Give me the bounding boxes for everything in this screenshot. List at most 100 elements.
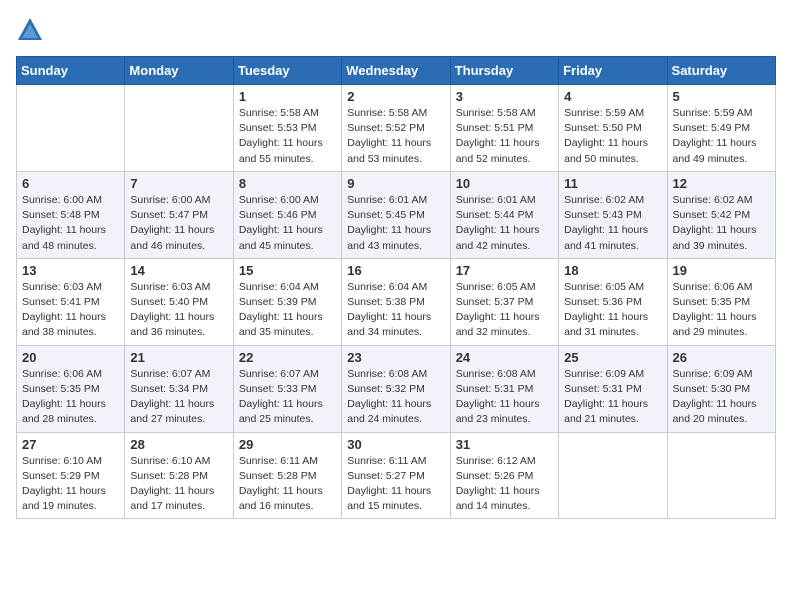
day-info: Sunrise: 6:02 AMSunset: 5:43 PMDaylight:… [564,193,661,254]
calendar-cell [559,432,667,519]
calendar-cell: 31 Sunrise: 6:12 AMSunset: 5:26 PMDayligh… [450,432,558,519]
calendar-cell: 27 Sunrise: 6:10 AMSunset: 5:29 PMDayligh… [17,432,125,519]
day-info: Sunrise: 6:09 AMSunset: 5:30 PMDaylight:… [673,367,770,428]
day-number: 2 [347,89,444,104]
calendar-cell: 3 Sunrise: 5:58 AMSunset: 5:51 PMDaylight… [450,85,558,172]
day-info: Sunrise: 5:58 AMSunset: 5:53 PMDaylight:… [239,106,336,167]
calendar-cell: 15 Sunrise: 6:04 AMSunset: 5:39 PMDayligh… [233,258,341,345]
calendar-cell [17,85,125,172]
day-number: 8 [239,176,336,191]
calendar-cell: 18 Sunrise: 6:05 AMSunset: 5:36 PMDayligh… [559,258,667,345]
day-number: 4 [564,89,661,104]
calendar-week-row: 20 Sunrise: 6:06 AMSunset: 5:35 PMDayligh… [17,345,776,432]
day-number: 14 [130,263,227,278]
calendar-cell: 19Sunrise: 6:06 AMSunset: 5:35 PMDayligh… [667,258,775,345]
calendar-cell: 7 Sunrise: 6:00 AMSunset: 5:47 PMDaylight… [125,171,233,258]
day-info: Sunrise: 5:58 AMSunset: 5:52 PMDaylight:… [347,106,444,167]
day-info: Sunrise: 6:11 AMSunset: 5:27 PMDaylight:… [347,454,444,515]
day-info: Sunrise: 6:00 AMSunset: 5:46 PMDaylight:… [239,193,336,254]
day-info: Sunrise: 6:06 AMSunset: 5:35 PMDaylight:… [22,367,119,428]
calendar-cell: 20 Sunrise: 6:06 AMSunset: 5:35 PMDayligh… [17,345,125,432]
calendar-cell: 1 Sunrise: 5:58 AMSunset: 5:53 PMDaylight… [233,85,341,172]
day-info: Sunrise: 5:59 AMSunset: 5:50 PMDaylight:… [564,106,661,167]
calendar-cell: 24 Sunrise: 6:08 AMSunset: 5:31 PMDayligh… [450,345,558,432]
logo [16,16,48,44]
day-number: 16 [347,263,444,278]
day-number: 23 [347,350,444,365]
calendar-cell: 23 Sunrise: 6:08 AMSunset: 5:32 PMDayligh… [342,345,450,432]
day-info: Sunrise: 6:05 AMSunset: 5:36 PMDaylight:… [564,280,661,341]
day-of-week-header: Tuesday [233,57,341,85]
day-info: Sunrise: 6:10 AMSunset: 5:28 PMDaylight:… [130,454,227,515]
calendar-cell: 25Sunrise: 6:09 AMSunset: 5:31 PMDayligh… [559,345,667,432]
calendar-week-row: 13Sunrise: 6:03 AMSunset: 5:41 PMDayligh… [17,258,776,345]
day-number: 1 [239,89,336,104]
calendar-cell [125,85,233,172]
day-info: Sunrise: 6:03 AMSunset: 5:40 PMDaylight:… [130,280,227,341]
calendar-cell: 10Sunrise: 6:01 AMSunset: 5:44 PMDayligh… [450,171,558,258]
logo-icon [16,16,44,44]
day-of-week-header: Monday [125,57,233,85]
calendar-cell: 11Sunrise: 6:02 AMSunset: 5:43 PMDayligh… [559,171,667,258]
day-info: Sunrise: 6:00 AMSunset: 5:48 PMDaylight:… [22,193,119,254]
day-of-week-header: Saturday [667,57,775,85]
calendar-cell: 6 Sunrise: 6:00 AMSunset: 5:48 PMDaylight… [17,171,125,258]
calendar-cell: 8 Sunrise: 6:00 AMSunset: 5:46 PMDaylight… [233,171,341,258]
calendar-table: SundayMondayTuesdayWednesdayThursdayFrid… [16,56,776,519]
day-of-week-header: Friday [559,57,667,85]
calendar-cell: 17Sunrise: 6:05 AMSunset: 5:37 PMDayligh… [450,258,558,345]
day-info: Sunrise: 6:04 AMSunset: 5:39 PMDaylight:… [239,280,336,341]
calendar-cell: 5 Sunrise: 5:59 AMSunset: 5:49 PMDaylight… [667,85,775,172]
day-info: Sunrise: 6:08 AMSunset: 5:32 PMDaylight:… [347,367,444,428]
day-number: 10 [456,176,553,191]
day-number: 5 [673,89,770,104]
day-info: Sunrise: 6:09 AMSunset: 5:31 PMDaylight:… [564,367,661,428]
day-number: 18 [564,263,661,278]
day-info: Sunrise: 6:04 AMSunset: 5:38 PMDaylight:… [347,280,444,341]
calendar-cell: 22Sunrise: 6:07 AMSunset: 5:33 PMDayligh… [233,345,341,432]
day-number: 17 [456,263,553,278]
calendar-cell: 2 Sunrise: 5:58 AMSunset: 5:52 PMDaylight… [342,85,450,172]
day-number: 15 [239,263,336,278]
day-info: Sunrise: 6:07 AMSunset: 5:33 PMDaylight:… [239,367,336,428]
day-info: Sunrise: 6:01 AMSunset: 5:45 PMDaylight:… [347,193,444,254]
calendar-week-row: 1 Sunrise: 5:58 AMSunset: 5:53 PMDaylight… [17,85,776,172]
day-info: Sunrise: 6:12 AMSunset: 5:26 PMDaylight:… [456,454,553,515]
day-number: 6 [22,176,119,191]
calendar-cell: 9 Sunrise: 6:01 AMSunset: 5:45 PMDaylight… [342,171,450,258]
calendar-cell: 30 Sunrise: 6:11 AMSunset: 5:27 PMDayligh… [342,432,450,519]
day-number: 19 [673,263,770,278]
day-info: Sunrise: 6:02 AMSunset: 5:42 PMDaylight:… [673,193,770,254]
calendar-cell: 14 Sunrise: 6:03 AMSunset: 5:40 PMDayligh… [125,258,233,345]
calendar-week-row: 6 Sunrise: 6:00 AMSunset: 5:48 PMDaylight… [17,171,776,258]
day-number: 20 [22,350,119,365]
day-number: 9 [347,176,444,191]
day-info: Sunrise: 6:11 AMSunset: 5:28 PMDaylight:… [239,454,336,515]
day-info: Sunrise: 6:10 AMSunset: 5:29 PMDaylight:… [22,454,119,515]
day-number: 27 [22,437,119,452]
day-info: Sunrise: 5:59 AMSunset: 5:49 PMDaylight:… [673,106,770,167]
day-number: 26 [673,350,770,365]
calendar-cell [667,432,775,519]
day-of-week-header: Thursday [450,57,558,85]
calendar-cell: 29 Sunrise: 6:11 AMSunset: 5:28 PMDayligh… [233,432,341,519]
day-number: 31 [456,437,553,452]
calendar-cell: 4 Sunrise: 5:59 AMSunset: 5:50 PMDaylight… [559,85,667,172]
day-number: 12 [673,176,770,191]
day-info: Sunrise: 6:03 AMSunset: 5:41 PMDaylight:… [22,280,119,341]
day-of-week-header: Sunday [17,57,125,85]
day-number: 7 [130,176,227,191]
calendar-cell: 13Sunrise: 6:03 AMSunset: 5:41 PMDayligh… [17,258,125,345]
day-info: Sunrise: 6:00 AMSunset: 5:47 PMDaylight:… [130,193,227,254]
day-number: 24 [456,350,553,365]
calendar-cell: 26 Sunrise: 6:09 AMSunset: 5:30 PMDayligh… [667,345,775,432]
day-number: 29 [239,437,336,452]
day-number: 3 [456,89,553,104]
day-info: Sunrise: 6:08 AMSunset: 5:31 PMDaylight:… [456,367,553,428]
calendar-cell: 12 Sunrise: 6:02 AMSunset: 5:42 PMDayligh… [667,171,775,258]
day-info: Sunrise: 6:07 AMSunset: 5:34 PMDaylight:… [130,367,227,428]
page-header [16,16,776,44]
day-number: 30 [347,437,444,452]
calendar-cell: 28Sunrise: 6:10 AMSunset: 5:28 PMDayligh… [125,432,233,519]
day-info: Sunrise: 5:58 AMSunset: 5:51 PMDaylight:… [456,106,553,167]
